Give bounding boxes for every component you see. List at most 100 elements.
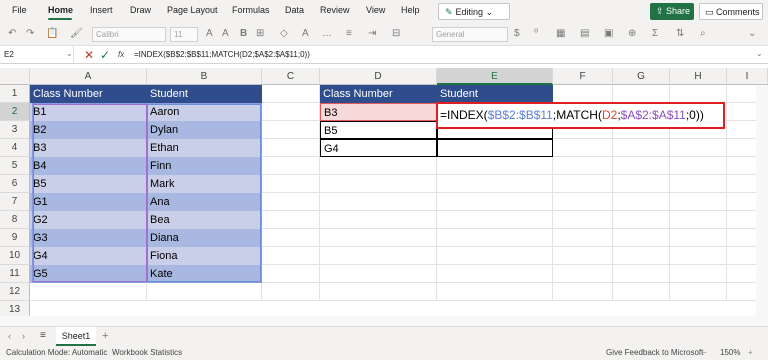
- merge-icon[interactable]: ⊟: [392, 28, 400, 39]
- row-header-4[interactable]: 4: [0, 139, 30, 157]
- lookup-header-class-number[interactable]: Class Number: [320, 85, 437, 103]
- student-cell[interactable]: Aaron: [147, 103, 262, 121]
- insert-cells-icon[interactable]: ⊕: [628, 28, 636, 39]
- sort-icon[interactable]: ⇅: [676, 28, 684, 39]
- undo-icon[interactable]: ↶: [8, 28, 16, 39]
- class-number-cell[interactable]: G4: [30, 247, 147, 265]
- currency-icon[interactable]: $: [514, 28, 520, 39]
- row-header-2[interactable]: 2: [0, 103, 30, 121]
- column-header-a[interactable]: A: [30, 68, 147, 85]
- lookup-student-cell[interactable]: [437, 139, 553, 157]
- ribbon-expand-icon[interactable]: ⌄: [748, 28, 756, 39]
- column-header-b[interactable]: B: [147, 68, 262, 85]
- tab-insert[interactable]: Insert: [90, 5, 113, 15]
- decrease-font-icon[interactable]: A: [222, 28, 229, 39]
- vertical-scrollbar[interactable]: [756, 86, 768, 316]
- row-header-7[interactable]: 7: [0, 193, 30, 211]
- lookup-class-cell[interactable]: B3: [320, 103, 437, 121]
- tab-help[interactable]: Help: [401, 5, 420, 15]
- clipboard-icon[interactable]: 📋: [46, 28, 58, 39]
- increase-font-icon[interactable]: A: [206, 28, 213, 39]
- workbook-statistics[interactable]: Workbook Statistics: [112, 348, 182, 357]
- student-cell[interactable]: Ana: [147, 193, 262, 211]
- tab-draw[interactable]: Draw: [130, 5, 151, 15]
- tab-file[interactable]: File: [12, 5, 27, 15]
- row-header-6[interactable]: 6: [0, 175, 30, 193]
- function-icon[interactable]: fx: [118, 50, 124, 59]
- table-header-class-number[interactable]: Class Number: [30, 85, 147, 103]
- class-number-cell[interactable]: G3: [30, 229, 147, 247]
- borders-icon[interactable]: ⊞: [256, 28, 264, 39]
- class-number-cell[interactable]: G2: [30, 211, 147, 229]
- font-name-select[interactable]: Calibri: [92, 27, 166, 42]
- column-header-g[interactable]: G: [613, 68, 670, 85]
- tab-view[interactable]: View: [366, 5, 385, 15]
- in-cell-formula-editor[interactable]: =INDEX($B$2:$B$11;MATCH(D2;$A$2:$A$11;0)…: [436, 102, 725, 129]
- column-header-e[interactable]: E: [437, 68, 553, 85]
- row-header-9[interactable]: 9: [0, 229, 30, 247]
- class-number-cell[interactable]: B4: [30, 157, 147, 175]
- add-sheet-icon[interactable]: +: [102, 330, 108, 342]
- row-header-11[interactable]: 11: [0, 265, 30, 283]
- next-sheet-icon[interactable]: ›: [22, 331, 25, 341]
- cancel-icon[interactable]: ✕: [84, 48, 94, 62]
- row-header-8[interactable]: 8: [0, 211, 30, 229]
- sheet-tab[interactable]: Sheet1: [56, 327, 96, 346]
- share-button[interactable]: ⇪ Share: [650, 3, 694, 20]
- row-header-1[interactable]: 1: [0, 85, 30, 103]
- expand-formula-icon[interactable]: ⌄: [756, 49, 763, 58]
- class-number-cell[interactable]: G1: [30, 193, 147, 211]
- font-size-select[interactable]: 11: [170, 27, 198, 42]
- enter-icon[interactable]: ✓: [100, 48, 110, 62]
- row-header-10[interactable]: 10: [0, 247, 30, 265]
- row-header-5[interactable]: 5: [0, 157, 30, 175]
- row-header-12[interactable]: 12: [0, 283, 30, 301]
- class-number-cell[interactable]: B2: [30, 121, 147, 139]
- name-box[interactable]: E2: [0, 46, 74, 63]
- select-all-corner[interactable]: [0, 68, 30, 85]
- zoom-out-icon[interactable]: −: [702, 348, 707, 357]
- student-cell[interactable]: Mark: [147, 175, 262, 193]
- column-header-h[interactable]: H: [670, 68, 727, 85]
- worksheet-grid[interactable]: ABCDEFGHI 1 2 3 4 5 6 7 8 9 10 11 12 13 Class Number…: [0, 68, 768, 337]
- prev-sheet-icon[interactable]: ‹: [8, 331, 11, 341]
- cell-styles-icon[interactable]: ▣: [604, 28, 613, 39]
- give-feedback-link[interactable]: Give Feedback to Microsoft: [606, 348, 703, 357]
- tab-formulas[interactable]: Formulas: [232, 5, 270, 15]
- formula-input[interactable]: =INDEX($B$2:$B$11;MATCH(D2;$A$2:$A$11;0)…: [134, 50, 310, 59]
- zoom-level[interactable]: 150%: [720, 348, 740, 357]
- table-icon[interactable]: ▤: [580, 28, 589, 39]
- number-format-select[interactable]: General: [432, 27, 508, 42]
- font-color-icon[interactable]: A: [302, 28, 309, 39]
- align-icon[interactable]: ≡: [346, 28, 352, 39]
- more-icon[interactable]: …: [322, 28, 332, 39]
- lookup-class-cell[interactable]: B5: [320, 121, 437, 139]
- class-number-cell[interactable]: G5: [30, 265, 147, 283]
- sum-icon[interactable]: Σ: [652, 28, 658, 39]
- class-number-cell[interactable]: B3: [30, 139, 147, 157]
- redo-icon[interactable]: ↷: [26, 28, 34, 39]
- tab-page-layout[interactable]: Page Layout: [167, 5, 218, 15]
- student-cell[interactable]: Fiona: [147, 247, 262, 265]
- student-cell[interactable]: Finn: [147, 157, 262, 175]
- tab-review[interactable]: Review: [320, 5, 350, 15]
- student-cell[interactable]: Bea: [147, 211, 262, 229]
- find-icon[interactable]: ⌕: [700, 28, 706, 39]
- fill-color-icon[interactable]: ◇: [280, 28, 288, 39]
- decimal-icon[interactable]: ⁰: [534, 28, 538, 39]
- row-header-3[interactable]: 3: [0, 121, 30, 139]
- horizontal-scrollbar[interactable]: [0, 316, 768, 326]
- column-header-i[interactable]: I: [727, 68, 768, 85]
- student-cell[interactable]: Dylan: [147, 121, 262, 139]
- format-painter-icon[interactable]: 🖌: [70, 28, 83, 39]
- comments-button[interactable]: ▭ Comments: [699, 3, 763, 20]
- tab-data[interactable]: Data: [285, 5, 304, 15]
- chevron-down-icon[interactable]: ⌄: [66, 49, 73, 58]
- editing-mode-button[interactable]: ✎ Editing ⌄: [438, 3, 510, 20]
- student-cell[interactable]: Ethan: [147, 139, 262, 157]
- column-header-c[interactable]: C: [262, 68, 320, 85]
- class-number-cell[interactable]: B5: [30, 175, 147, 193]
- zoom-in-icon[interactable]: +: [748, 348, 753, 357]
- bold-icon[interactable]: B: [240, 28, 247, 39]
- wrap-icon[interactable]: ⇥: [368, 28, 376, 39]
